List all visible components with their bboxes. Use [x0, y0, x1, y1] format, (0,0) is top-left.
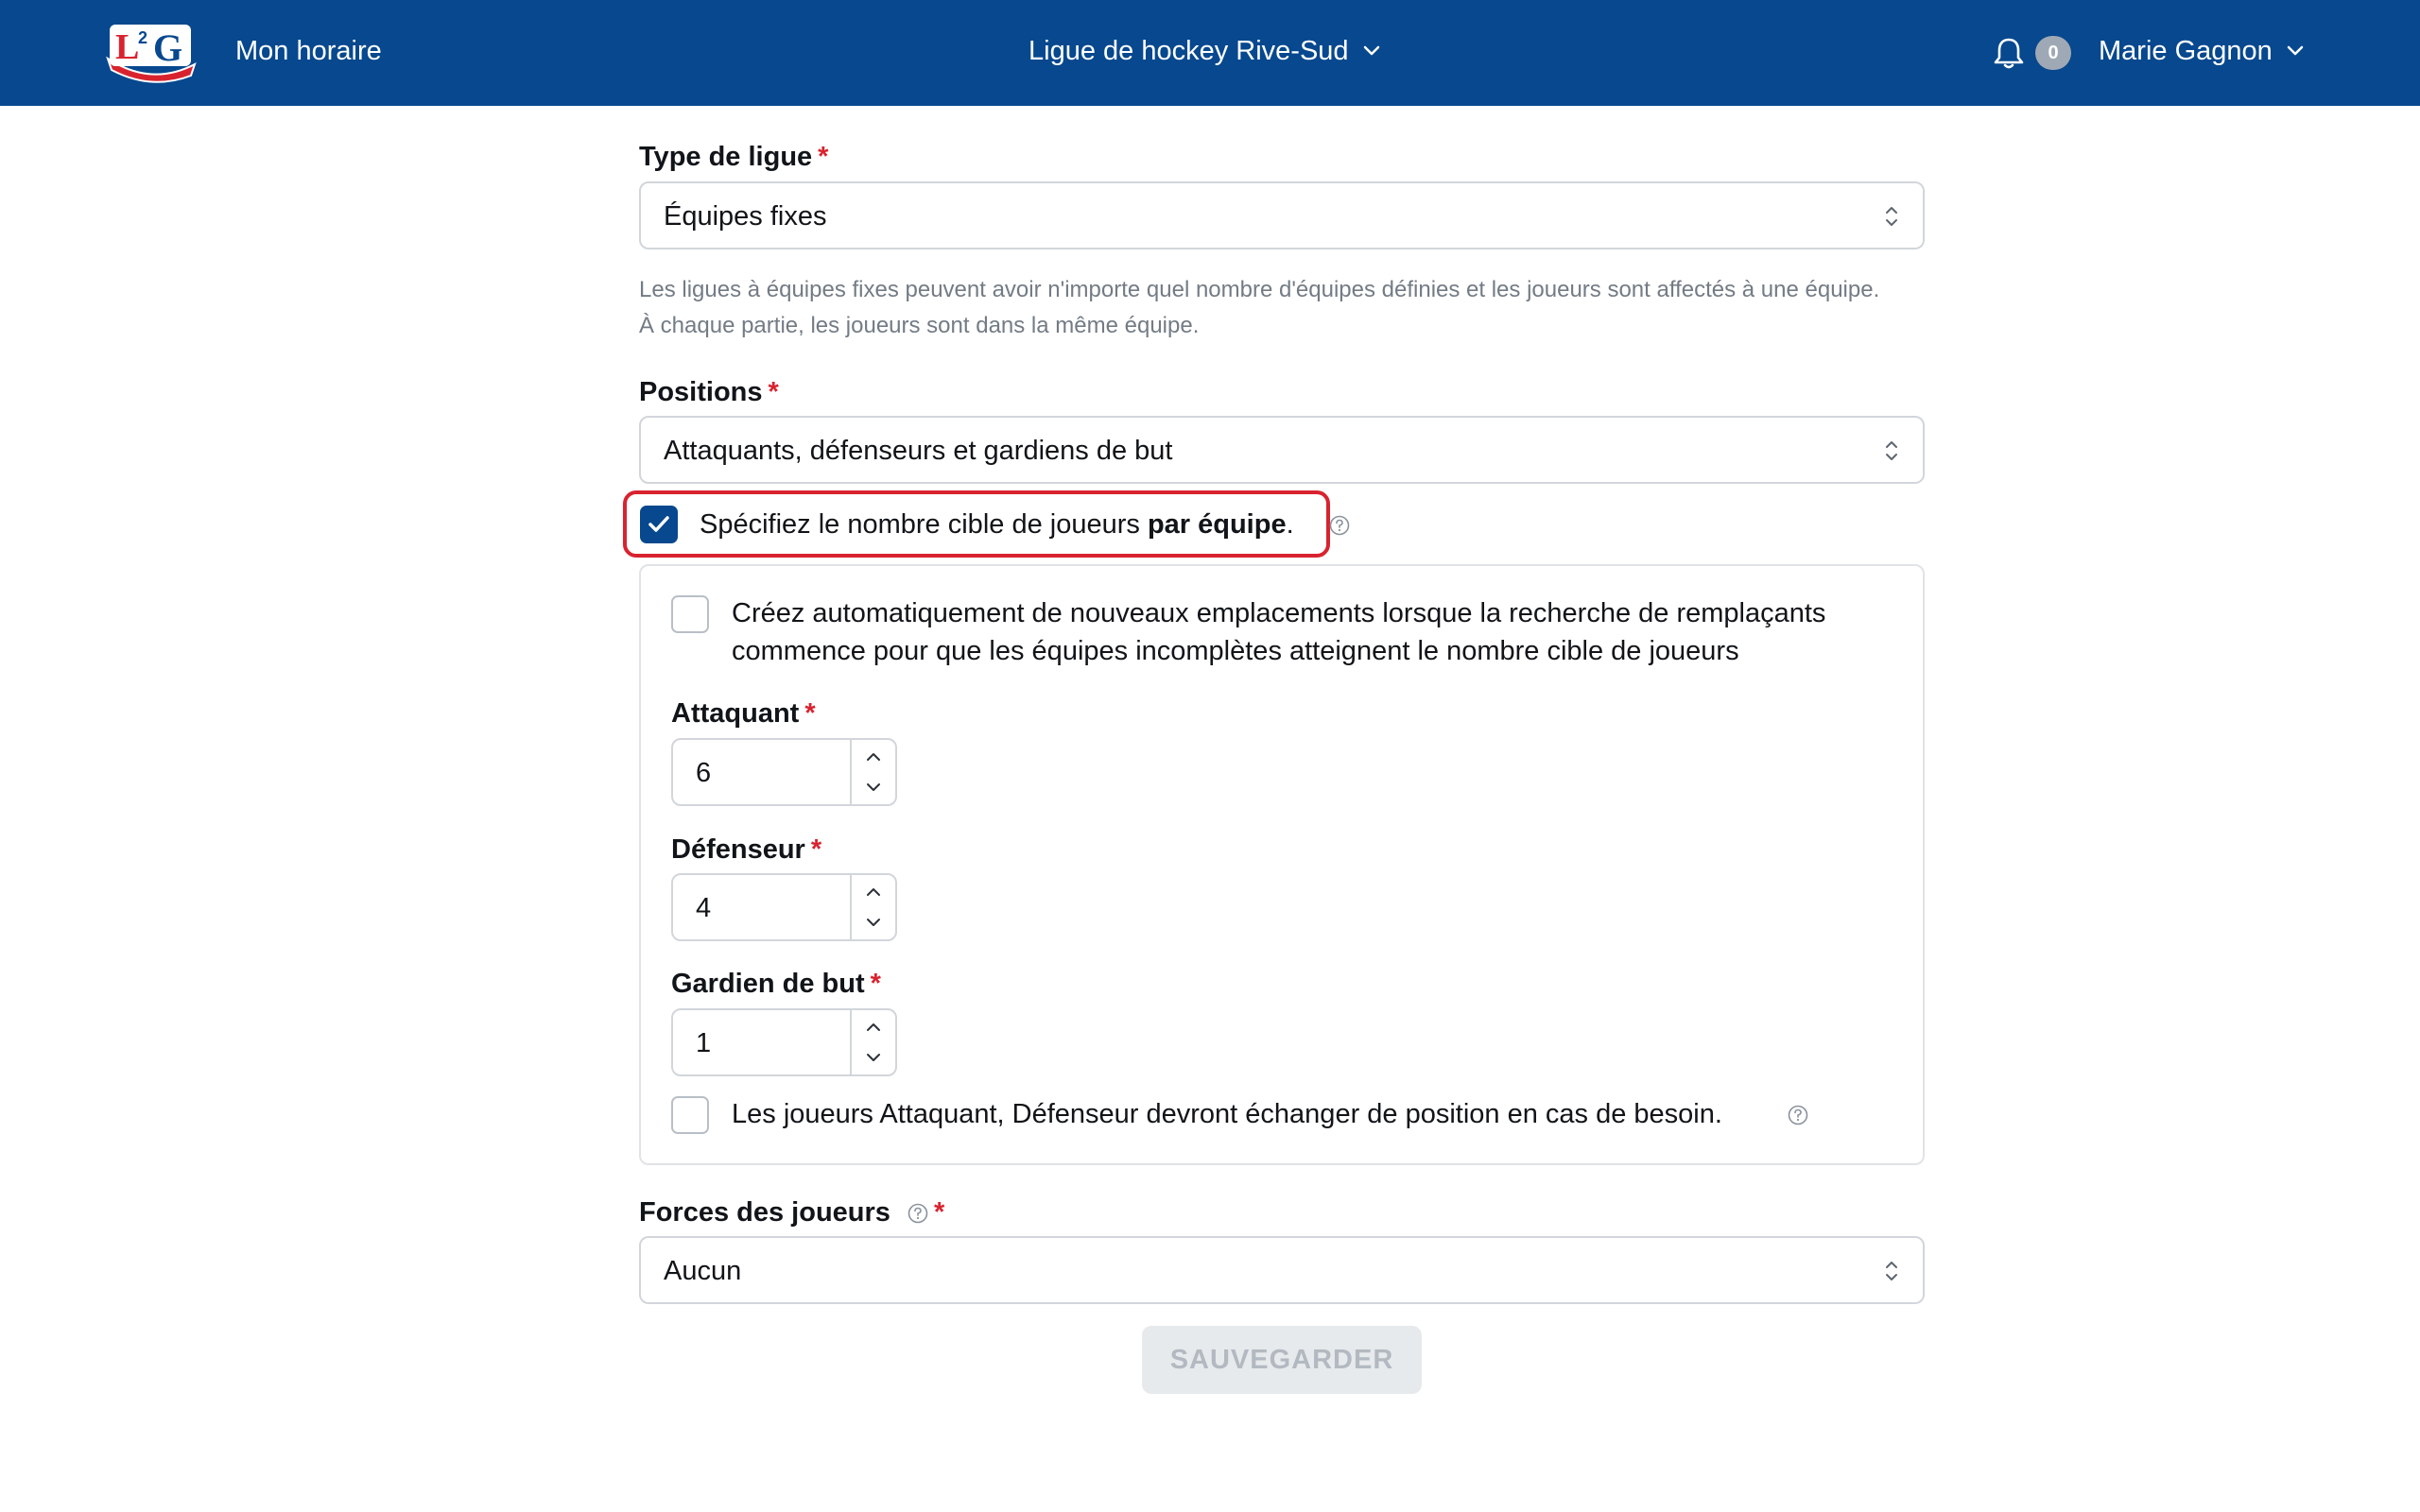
target-per-team-label-prefix: Spécifiez le nombre cible de joueurs: [700, 509, 1148, 540]
chevron-down-icon[interactable]: [865, 1052, 882, 1063]
required-marker: *: [818, 142, 829, 172]
player-strength-value: Aucun: [664, 1256, 742, 1286]
gardien-number-input[interactable]: 1: [671, 1008, 897, 1076]
league-selector[interactable]: Ligue de hockey Rive-Sud: [1028, 34, 1381, 68]
positions-label-text: Positions: [639, 377, 763, 407]
svg-text:G: G: [153, 26, 182, 69]
help-circle-icon[interactable]: [908, 1203, 928, 1224]
gardien-stepper[interactable]: [850, 1010, 895, 1074]
notification-count-badge: 0: [2035, 36, 2071, 70]
select-updown-icon: [1886, 207, 1897, 226]
save-button[interactable]: SAUVEGARDER: [1142, 1326, 1422, 1394]
gardien-label-text: Gardien de but: [671, 969, 865, 999]
chevron-down-icon: [1363, 45, 1379, 56]
defenseur-stepper[interactable]: [850, 875, 895, 939]
swap-positions-label[interactable]: Les joueurs Attaquant, Défenseur devront…: [732, 1095, 1722, 1133]
bell-icon[interactable]: [1993, 36, 2025, 70]
chevron-up-icon[interactable]: [865, 751, 882, 763]
league-type-value: Équipes fixes: [664, 201, 827, 232]
league-type-label-text: Type de ligue: [639, 142, 813, 172]
attaquant-label: Attaquant *: [671, 696, 816, 730]
required-marker: *: [804, 698, 816, 729]
required-marker: *: [810, 834, 822, 865]
league-selector-label: Ligue de hockey Rive-Sud: [1028, 36, 1349, 66]
chevron-up-icon[interactable]: [865, 1022, 882, 1033]
positions-label: Positions *: [639, 375, 779, 409]
chevron-down-icon: [2287, 45, 2304, 56]
auto-create-slots-checkbox[interactable]: [671, 595, 709, 633]
attaquant-value: 6: [696, 758, 712, 788]
positions-select[interactable]: Attaquants, défenseurs et gardiens de bu…: [639, 416, 1925, 484]
select-updown-icon: [1886, 1262, 1897, 1280]
league-type-help-text: Les ligues à équipes fixes peuvent avoir…: [639, 277, 1880, 338]
player-strength-select[interactable]: Aucun: [639, 1236, 1925, 1304]
auto-create-slots-label[interactable]: Créez automatiquement de nouveaux emplac…: [732, 594, 1904, 670]
attaquant-label-text: Attaquant: [671, 698, 800, 729]
player-strength-label-text: Forces des joueurs: [639, 1197, 890, 1228]
target-per-team-label[interactable]: Spécifiez le nombre cible de joueurs par…: [700, 506, 1294, 543]
help-circle-icon[interactable]: [1329, 515, 1350, 536]
required-marker: *: [768, 377, 779, 407]
required-marker: *: [870, 969, 881, 999]
top-navigation-bar: L 2 G Mon horaire Ligue de hockey Rive-S…: [0, 0, 2420, 106]
required-marker: *: [934, 1197, 945, 1228]
player-strength-label: Forces des joueurs *: [639, 1195, 944, 1229]
swap-positions-label-text: Les joueurs Attaquant, Défenseur devront…: [732, 1099, 1722, 1129]
chevron-up-icon[interactable]: [865, 886, 882, 898]
defenseur-label-text: Défenseur: [671, 834, 805, 865]
league-logo[interactable]: L 2 G: [104, 21, 199, 83]
target-per-team-label-bold: par équipe: [1147, 509, 1287, 540]
attaquant-stepper[interactable]: [850, 740, 895, 804]
league-type-label: Type de ligue *: [639, 140, 828, 174]
defenseur-number-input[interactable]: 4: [671, 873, 897, 941]
swap-positions-checkbox[interactable]: [671, 1096, 709, 1134]
defenseur-label: Défenseur *: [671, 833, 821, 867]
gardien-value: 1: [696, 1028, 712, 1058]
league-type-select[interactable]: Équipes fixes: [639, 181, 1925, 249]
defenseur-value: 4: [696, 893, 712, 923]
checkmark-icon: [648, 516, 669, 532]
nav-link-mon-horaire[interactable]: Mon horaire: [235, 34, 382, 68]
svg-text:2: 2: [138, 28, 147, 47]
svg-text:L: L: [115, 27, 139, 67]
help-circle-icon[interactable]: [1788, 1105, 1808, 1125]
target-per-team-label-suffix: .: [1286, 509, 1294, 540]
select-updown-icon: [1886, 441, 1897, 460]
gardien-label: Gardien de but *: [671, 967, 881, 1001]
user-menu[interactable]: Marie Gagnon: [2099, 34, 2305, 68]
chevron-down-icon[interactable]: [865, 917, 882, 928]
positions-value: Attaquants, défenseurs et gardiens de bu…: [664, 436, 1173, 466]
target-per-team-checkbox[interactable]: [640, 506, 678, 543]
attaquant-number-input[interactable]: 6: [671, 738, 897, 806]
user-name: Marie Gagnon: [2099, 36, 2273, 66]
chevron-down-icon[interactable]: [865, 782, 882, 793]
